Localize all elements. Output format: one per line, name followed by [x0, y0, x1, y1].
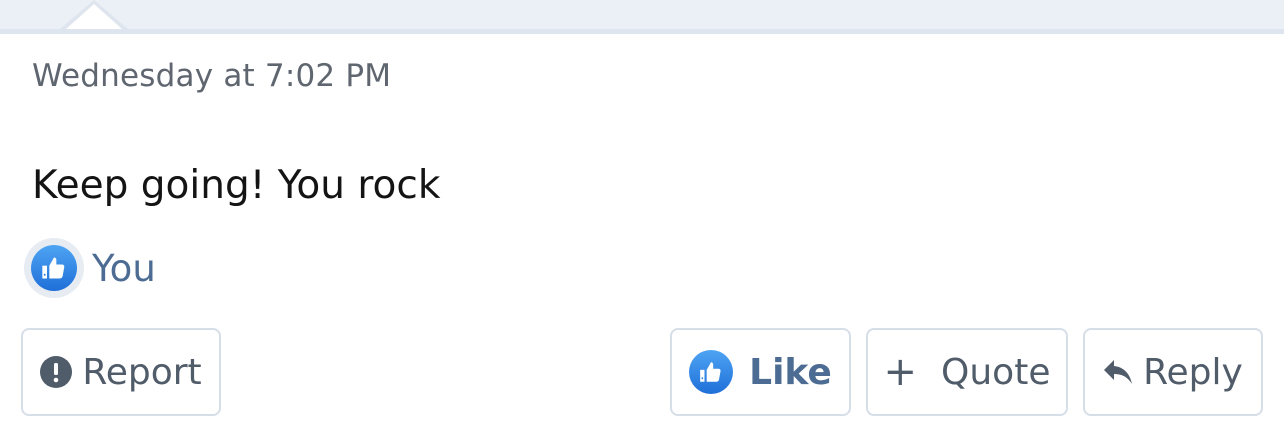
reply-arrow-icon — [1103, 359, 1133, 385]
reaction-badge — [24, 238, 84, 298]
post-header-band — [0, 0, 1284, 34]
post-message: Keep going! You rock — [32, 163, 441, 208]
exclamation-circle-icon — [40, 356, 73, 388]
thumbs-up-icon — [31, 245, 77, 291]
report-button[interactable]: Report — [21, 328, 221, 416]
plus-icon: + — [883, 349, 918, 395]
like-label: Like — [749, 351, 832, 393]
like-button[interactable]: Like — [670, 328, 851, 416]
reaction-user-link[interactable]: You — [92, 247, 156, 290]
reply-label: Reply — [1143, 351, 1243, 393]
post-timestamp[interactable]: Wednesday at 7:02 PM — [32, 58, 391, 94]
quote-button[interactable]: + Quote — [866, 328, 1068, 416]
reply-button[interactable]: Reply — [1083, 328, 1263, 416]
report-label: Report — [82, 351, 202, 393]
quote-label: Quote — [941, 351, 1051, 393]
speech-pointer-inner — [66, 4, 122, 29]
thumbs-up-icon — [689, 350, 734, 394]
reaction-summary[interactable]: You — [24, 238, 156, 298]
post-container: Wednesday at 7:02 PM Keep going! You roc… — [0, 0, 1284, 448]
